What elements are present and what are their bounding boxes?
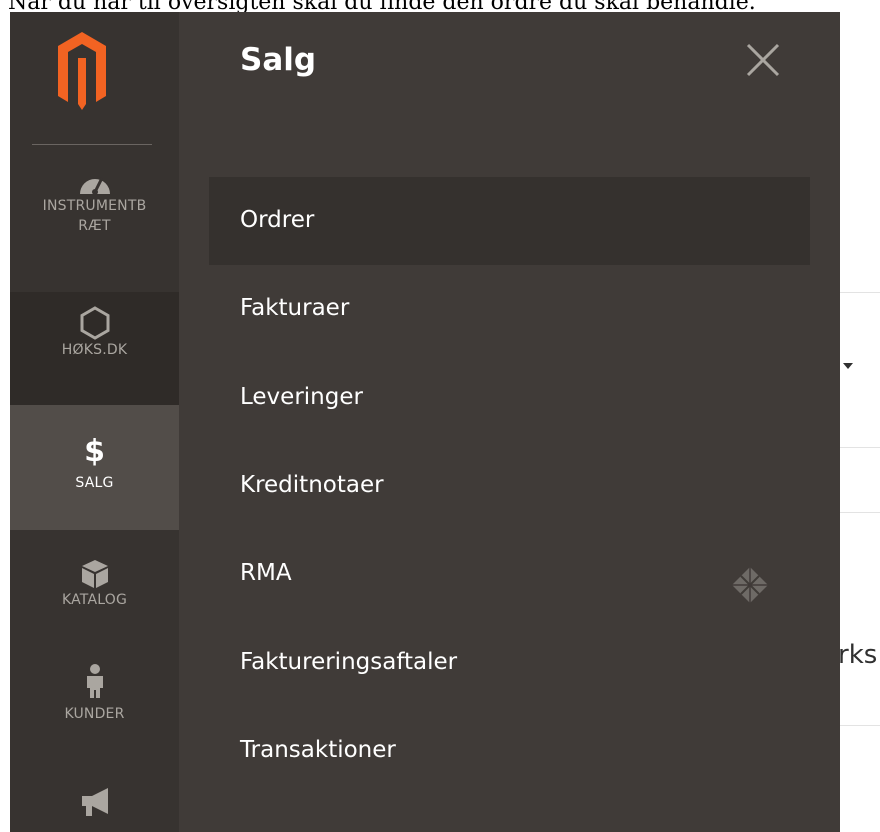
sidebar-item-katalog[interactable]: KATALOG: [10, 530, 179, 650]
background-partial-text: rks: [838, 640, 878, 670]
sidebar-item-label: KATALOG: [61, 592, 128, 608]
menu-item-faktureringsaftaler[interactable]: Faktureringsaftaler: [209, 619, 810, 707]
menu-item-label: RMA: [240, 560, 292, 586]
menu-item-label: Kreditnotaer: [240, 472, 384, 498]
diamond-pattern-icon: [732, 567, 768, 603]
megaphone-icon: [81, 788, 108, 816]
close-button[interactable]: [745, 42, 781, 78]
background-dropdown-caret[interactable]: [843, 363, 853, 369]
sidebar-item-dashboard[interactable]: INSTRUMENTB RÆT: [10, 170, 179, 278]
salg-submenu-panel: Salg Ordrer Fakturaer Leveringer Kreditn…: [179, 12, 840, 832]
background-divider: [840, 512, 880, 513]
menu-item-kreditnotaer[interactable]: Kreditnotaer: [209, 442, 810, 530]
logo-link[interactable]: [10, 12, 179, 147]
sidebar-item-kunder[interactable]: KUNDER: [10, 650, 179, 764]
background-divider: [840, 292, 880, 293]
dollar-icon: $: [84, 434, 105, 469]
menu-item-label: Transaktioner: [240, 737, 396, 763]
panel-title: Salg: [240, 42, 317, 78]
menu-item-fakturaer[interactable]: Fakturaer: [209, 265, 810, 353]
sidebar-item-label: RÆT: [78, 218, 111, 234]
sidebar-item-label: INSTRUMENTB: [42, 198, 147, 214]
menu-item-label: Ordrer: [240, 207, 315, 233]
menu-item-leveringer[interactable]: Leveringer: [209, 354, 810, 442]
sidebar-item-marketing[interactable]: [10, 774, 179, 832]
dashboard-icon: [79, 177, 110, 195]
admin-sidebar: INSTRUMENTB RÆT HØKS.DK $ SALG KATALOG K…: [10, 12, 179, 832]
person-icon: [86, 664, 103, 698]
background-page: [840, 0, 880, 832]
sidebar-item-salg[interactable]: $ SALG: [10, 405, 179, 530]
sidebar-item-label: SALG: [75, 475, 114, 491]
menu-item-label: Fakturaer: [240, 295, 350, 321]
menu-item-label: Faktureringsaftaler: [240, 649, 458, 675]
menu-item-transaktioner[interactable]: Transaktioner: [209, 707, 810, 795]
menu-item-ordrer[interactable]: Ordrer: [209, 177, 810, 265]
logo-separator: [32, 144, 152, 145]
box-icon: [81, 560, 108, 588]
close-icon: [746, 43, 780, 77]
magento-logo-icon: [58, 32, 106, 110]
sidebar-item-store[interactable]: HØKS.DK: [10, 292, 179, 405]
sidebar-item-label: KUNDER: [64, 706, 125, 722]
sidebar-item-label: HØKS.DK: [61, 342, 128, 358]
background-divider: [840, 725, 880, 726]
background-divider: [840, 447, 880, 448]
menu-item-label: Leveringer: [240, 384, 363, 410]
menu-item-rma[interactable]: RMA: [209, 530, 810, 618]
hexagon-icon: [80, 306, 109, 340]
